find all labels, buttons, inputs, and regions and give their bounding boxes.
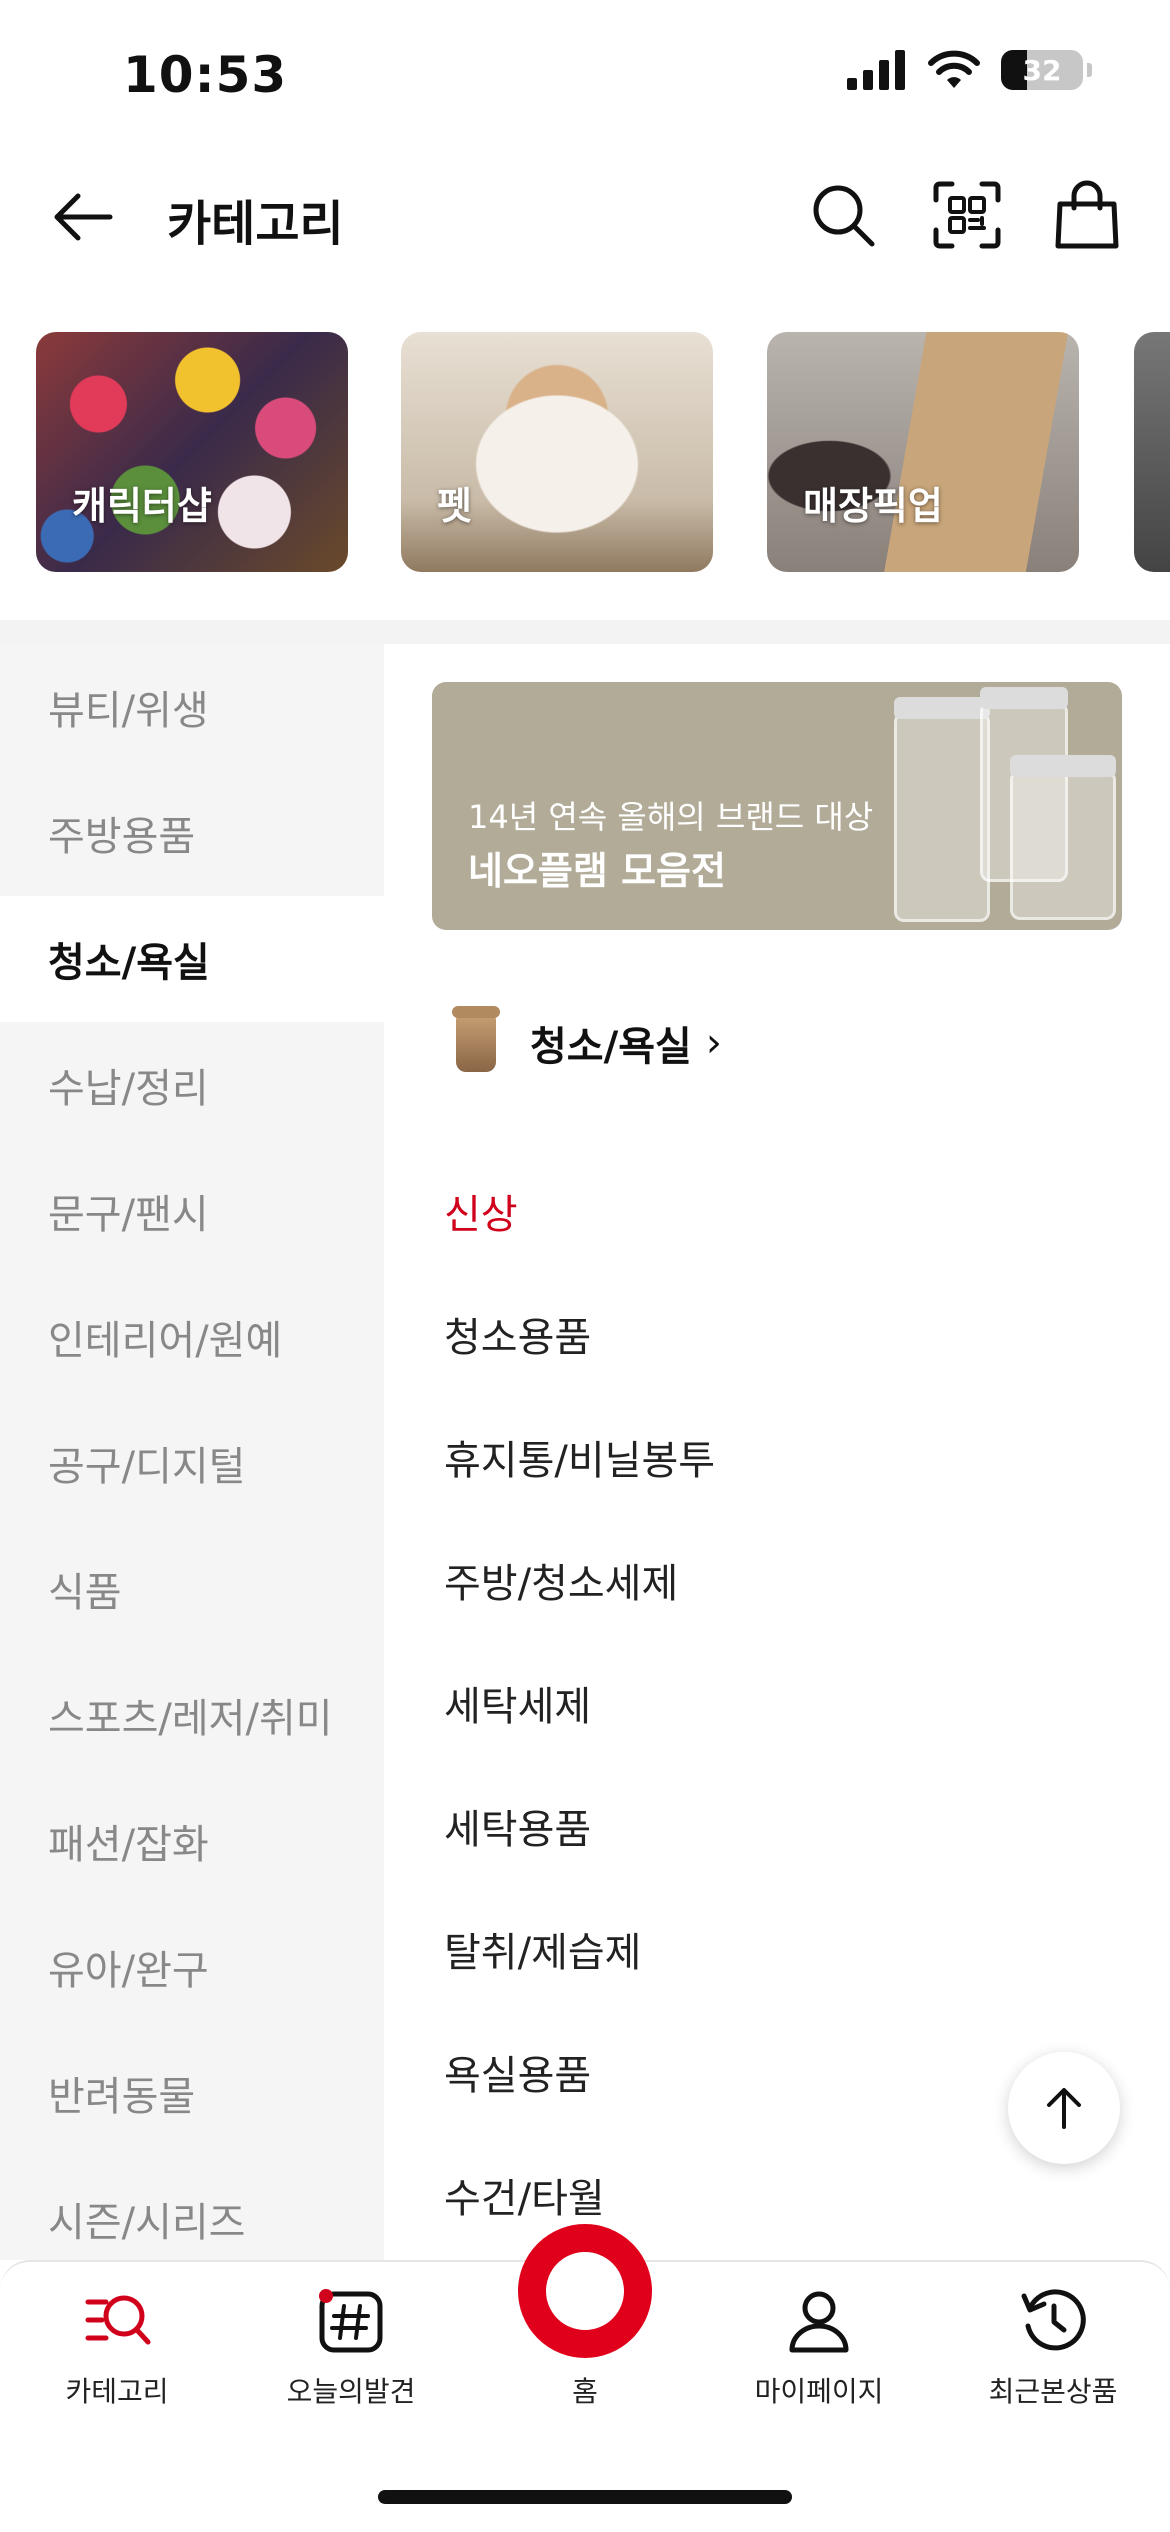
featured-card-character[interactable]: 캐릭터샵: [36, 332, 348, 572]
arrow-up-icon: [1047, 2088, 1081, 2129]
status-icons: 32: [847, 50, 1092, 90]
tab-mypage[interactable]: 마이페이지: [702, 2262, 936, 2432]
category-heading-link[interactable]: 청소/욕실 ›: [452, 1006, 722, 1072]
featured-card-next[interactable]: [1134, 332, 1170, 572]
tab-label: 마이페이지: [754, 2375, 884, 2408]
back-arrow-icon[interactable]: [48, 182, 118, 252]
wifi-icon: [928, 50, 980, 88]
sidebar-item-sports[interactable]: 스포츠/레저/취미: [0, 1652, 384, 1778]
banner-jar-image: [1010, 755, 1116, 920]
status-bar: 10:53 32: [0, 0, 1170, 150]
home-logo-icon: [518, 2224, 652, 2358]
scroll-to-top-button[interactable]: [1008, 2052, 1120, 2164]
home-indicator: [378, 2490, 792, 2504]
featured-categories: 캐릭터샵 펫 매장픽업: [0, 332, 1170, 572]
banner-subtitle: 14년 연속 올해의 브랜드 대상: [468, 798, 874, 836]
category-sidebar: 뷰티/위생 주방용품 청소/욕실 수납/정리 문구/팬시 인테리어/원예 공구/…: [0, 644, 384, 2260]
category-search-icon: [85, 2295, 151, 2345]
sidebar-item-pets[interactable]: 반려동물: [0, 2030, 384, 2156]
tab-category[interactable]: 카테고리: [0, 2262, 234, 2432]
sidebar-item-beauty[interactable]: 뷰티/위생: [0, 644, 384, 770]
subcategory-item[interactable]: 주방/청소세제: [444, 1518, 715, 1641]
trash-bin-icon: [452, 1006, 500, 1072]
bottom-tab-bar: 카테고리 오늘의발견 홈 마이페이지 최근본상품: [0, 2224, 1170, 2432]
battery-icon: 32: [1001, 50, 1083, 90]
sidebar-item-stationery[interactable]: 문구/팬시: [0, 1148, 384, 1274]
sidebar-item-food[interactable]: 식품: [0, 1526, 384, 1652]
subcategory-item[interactable]: 세탁세제: [444, 1641, 715, 1764]
subcategory-item[interactable]: 휴지통/비닐봉투: [444, 1395, 715, 1518]
tab-home[interactable]: 홈: [468, 2224, 702, 2432]
sidebar-item-cleaning[interactable]: 청소/욕실: [0, 896, 384, 1022]
history-icon: [1021, 2289, 1086, 2351]
tab-discover[interactable]: 오늘의발견: [234, 2262, 468, 2432]
section-divider: [0, 620, 1170, 644]
subcategory-item[interactable]: 욕실용품: [444, 2010, 715, 2133]
battery-level: 32: [1022, 53, 1062, 87]
featured-card-pet[interactable]: 펫: [401, 332, 713, 572]
banner-jar-image: [894, 697, 990, 922]
featured-card-pickup[interactable]: 매장픽업: [767, 332, 1079, 572]
featured-card-label: 캐릭터샵: [72, 484, 212, 528]
banner-title: 네오플램 모음전: [468, 849, 726, 893]
tab-label: 최근본상품: [988, 2375, 1118, 2408]
qr-scan-icon[interactable]: [932, 180, 1002, 250]
subcategory-item[interactable]: 탈취/제습제: [444, 1887, 715, 2010]
sidebar-item-season[interactable]: 시즌/시리즈: [0, 2156, 384, 2260]
promo-banner[interactable]: 14년 연속 올해의 브랜드 대상 네오플램 모음전: [432, 682, 1122, 930]
sidebar-item-kitchen[interactable]: 주방용품: [0, 770, 384, 896]
shopping-bag-icon[interactable]: [1052, 180, 1122, 250]
user-icon: [789, 2291, 849, 2353]
search-icon[interactable]: [808, 180, 878, 250]
category-heading-label: 청소/욕실: [530, 1024, 692, 1070]
battery-tip: [1087, 63, 1092, 77]
sidebar-item-fashion[interactable]: 패션/잡화: [0, 1778, 384, 1904]
sidebar-item-interior[interactable]: 인테리어/원예: [0, 1274, 384, 1400]
tab-label: 카테고리: [65, 2375, 169, 2408]
subcategory-new[interactable]: 신상: [444, 1149, 715, 1272]
hashtag-icon: [319, 2289, 383, 2353]
status-time: 10:53: [123, 46, 288, 104]
featured-card-label: 매장픽업: [803, 484, 943, 528]
subcategory-list: 신상 청소용품 휴지통/비닐봉투 주방/청소세제 세탁세제 세탁용품 탈취/제습…: [444, 1149, 715, 2256]
signal-icon: [847, 50, 905, 90]
sidebar-item-tools[interactable]: 공구/디지털: [0, 1400, 384, 1526]
header: 카테고리: [0, 160, 1170, 270]
category-content: 14년 연속 올해의 브랜드 대상 네오플램 모음전 청소/욕실 › 신상 청소…: [384, 644, 1170, 2260]
subcategory-item[interactable]: 청소용품: [444, 1272, 715, 1395]
sidebar-item-kids[interactable]: 유아/완구: [0, 1904, 384, 2030]
page-title: 카테고리: [167, 196, 344, 252]
featured-card-label: 펫: [437, 484, 472, 528]
tab-label: 홈: [572, 2375, 598, 2408]
sidebar-item-storage[interactable]: 수납/정리: [0, 1022, 384, 1148]
chevron-right-icon: ›: [705, 1020, 722, 1066]
tab-label: 오늘의발견: [286, 2375, 416, 2408]
tab-recent[interactable]: 최근본상품: [936, 2262, 1170, 2432]
subcategory-item[interactable]: 세탁용품: [444, 1764, 715, 1887]
